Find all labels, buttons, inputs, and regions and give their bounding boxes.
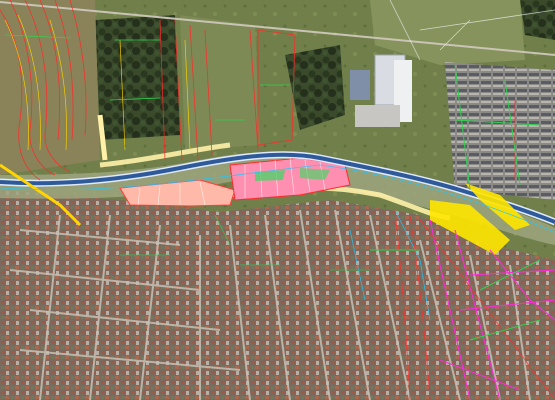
dry-field-northwest	[0, 0, 100, 175]
forest-patch-east	[520, 0, 555, 40]
condominium-northeast	[445, 62, 555, 200]
map-viewport[interactable]	[0, 0, 555, 400]
aerial-map[interactable]	[0, 0, 555, 400]
industrial-building-4	[355, 105, 400, 127]
green-parcel-highlight-2	[300, 168, 330, 180]
dry-field-north	[180, 15, 260, 150]
forest-patch-north	[95, 15, 180, 140]
industrial-building-3	[350, 70, 370, 100]
